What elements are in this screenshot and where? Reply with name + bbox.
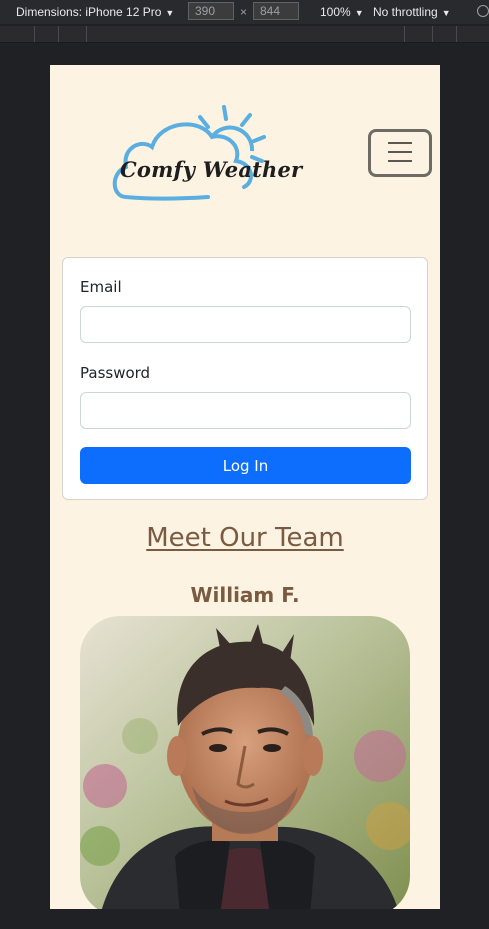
hamburger-icon	[388, 151, 412, 153]
viewport-width-input[interactable]	[188, 2, 234, 20]
rotate-icon[interactable]	[477, 5, 489, 17]
ruler-segment[interactable]	[86, 26, 87, 42]
login-button[interactable]: Log In	[80, 447, 411, 484]
password-label: Password	[80, 364, 151, 382]
team-member-photo	[80, 616, 410, 909]
hamburger-menu-button[interactable]	[368, 129, 432, 177]
password-field[interactable]	[80, 392, 411, 429]
ruler-segment[interactable]	[432, 26, 433, 42]
ruler-segment[interactable]	[404, 26, 405, 42]
ruler-segment[interactable]	[456, 26, 457, 42]
brand-logo-link[interactable]	[108, 103, 288, 203]
hamburger-icon	[388, 160, 412, 162]
meet-our-team-link[interactable]: Meet Our Team	[50, 523, 440, 553]
team-member-name: William F.	[190, 583, 300, 607]
login-card: Email Password Log In	[62, 257, 428, 500]
viewport-height-input[interactable]	[253, 2, 299, 20]
navbar: Comfy Weather	[50, 65, 440, 235]
email-field[interactable]	[80, 306, 411, 343]
cloud-sun-icon	[112, 105, 266, 201]
email-label: Email	[80, 278, 122, 296]
mobile-viewport: Comfy Weather Email Password Log In Meet…	[50, 65, 440, 909]
media-query-ruler	[0, 26, 489, 43]
portrait-image	[80, 616, 410, 909]
hamburger-icon	[388, 142, 412, 144]
chevron-down-icon: ▼	[354, 8, 364, 18]
chevron-down-icon: ▼	[165, 8, 175, 18]
device-dimensions-select[interactable]: Dimensions: iPhone 12 Pro ▼	[16, 5, 174, 19]
dimension-separator: ×	[240, 5, 248, 19]
brand-logo-text: Comfy Weather	[120, 157, 303, 182]
ruler-segment[interactable]	[58, 26, 59, 42]
zoom-label: 100%	[320, 5, 351, 19]
ruler-segment[interactable]	[34, 26, 35, 42]
chevron-down-icon: ▼	[441, 8, 451, 18]
device-dimensions-label: Dimensions: iPhone 12 Pro	[16, 5, 162, 19]
throttling-label: No throttling	[373, 5, 438, 19]
throttling-select[interactable]: No throttling ▼	[373, 5, 451, 19]
devtools-toolbar: Dimensions: iPhone 12 Pro▼ × 100%▼ No th…	[0, 0, 489, 24]
zoom-select[interactable]: 100% ▼	[320, 5, 364, 19]
